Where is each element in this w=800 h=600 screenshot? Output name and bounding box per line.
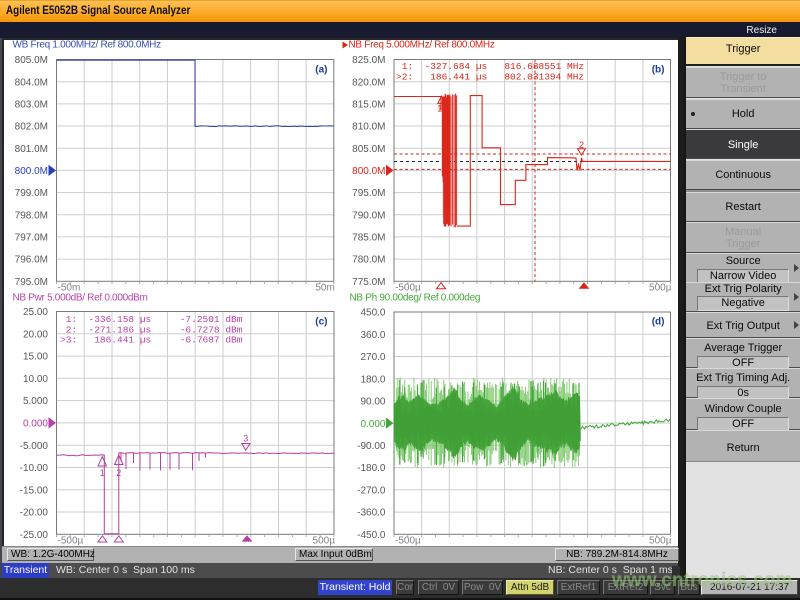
svg-text:(c): (c) [315,317,327,328]
svg-text:804.0M: 804.0M [15,77,48,88]
svg-text:0.000: 0.000 [23,419,48,430]
svg-text:500µ: 500µ [649,283,672,294]
svg-text:-5.000: -5.000 [20,441,49,452]
svg-text:3: 3 [243,434,248,444]
svg-text:50m: 50m [315,283,334,294]
svg-text:NB Freq 5.000MHz/ Ref 800.0MHz: NB Freq 5.000MHz/ Ref 800.0MHz [349,40,495,51]
svg-text:-360.0: -360.0 [357,508,386,519]
svg-text:-180.0: -180.0 [357,463,386,474]
svg-text:>3: 186.441 µs -6.7687 d: >3: 186.441 µs -6.7687 dBm [60,335,243,346]
svg-text:180.0: 180.0 [360,374,385,385]
svg-text:798.0M: 798.0M [15,210,48,221]
svg-text:500µ: 500µ [649,536,672,547]
svg-text:801.0M: 801.0M [15,144,48,155]
svg-text:785.0M: 785.0M [352,233,385,244]
svg-text:805.0M: 805.0M [15,55,48,66]
svg-text:800.0M: 800.0M [15,166,48,177]
svg-text:450.0: 450.0 [360,308,385,319]
svg-text:-25.00: -25.00 [20,530,49,541]
svg-text:5.000: 5.000 [23,396,48,407]
svg-text:795.0M: 795.0M [15,277,48,288]
svg-text:1: 1 [437,104,442,114]
svg-text:1: -327.684 µs 816.688551 M: 1: -327.684 µs 816.688551 MHz [396,61,584,72]
svg-text:825.0M: 825.0M [352,55,385,66]
svg-text:790.0M: 790.0M [352,210,385,221]
svg-text:0.000: 0.000 [360,419,385,430]
svg-text:20.00: 20.00 [23,329,48,340]
svg-text:NB Ph 90.00deg/ Ref 0.000deg: NB Ph 90.00deg/ Ref 0.000deg [350,293,481,304]
svg-text:805.0M: 805.0M [352,144,385,155]
svg-text:802.0M: 802.0M [15,122,48,133]
svg-text:10.00: 10.00 [23,374,48,385]
svg-text:800.0M: 800.0M [352,166,385,177]
svg-text:>2: 186.441 µs 802.031394: >2: 186.441 µs 802.031394 MHz [396,72,584,83]
svg-text:-90.00: -90.00 [357,441,386,452]
svg-text:820.0M: 820.0M [352,77,385,88]
svg-text:803.0M: 803.0M [15,100,48,111]
svg-text:797.0M: 797.0M [15,233,48,244]
svg-text:NB Pwr 5.000dB/ Ref 0.000dBm: NB Pwr 5.000dB/ Ref 0.000dBm [13,293,148,304]
svg-text:796.0M: 796.0M [15,255,48,266]
svg-text:780.0M: 780.0M [352,255,385,266]
svg-text:-270.0: -270.0 [357,485,386,496]
svg-text:15.00: 15.00 [23,352,48,363]
svg-text:(a): (a) [315,65,327,76]
svg-text:795.0M: 795.0M [352,188,385,199]
svg-text:815.0M: 815.0M [352,100,385,111]
svg-text:270.0: 270.0 [360,352,385,363]
svg-text:-450.0: -450.0 [357,530,386,541]
svg-text:90.00: 90.00 [360,397,385,408]
svg-text:-15.00: -15.00 [20,485,49,496]
svg-text:810.0M: 810.0M [352,122,385,133]
svg-text:2: 2 [116,468,121,478]
svg-text:360.0: 360.0 [360,330,385,341]
svg-text:(d): (d) [652,317,665,328]
svg-text:-10.00: -10.00 [20,463,49,474]
svg-text:-20.00: -20.00 [20,508,49,519]
svg-text:-500µ: -500µ [58,536,84,547]
svg-text:WB Freq 1.000MHz/ Ref 800.0MHz: WB Freq 1.000MHz/ Ref 800.0MHz [13,40,162,51]
svg-text:799.0M: 799.0M [15,188,48,199]
svg-text:775.0M: 775.0M [352,277,385,288]
svg-text:25.00: 25.00 [23,307,48,318]
svg-text:(b): (b) [652,65,665,76]
svg-text:-500µ: -500µ [395,536,421,547]
svg-text:1: 1 [100,468,105,478]
svg-text:500µ: 500µ [313,536,336,547]
